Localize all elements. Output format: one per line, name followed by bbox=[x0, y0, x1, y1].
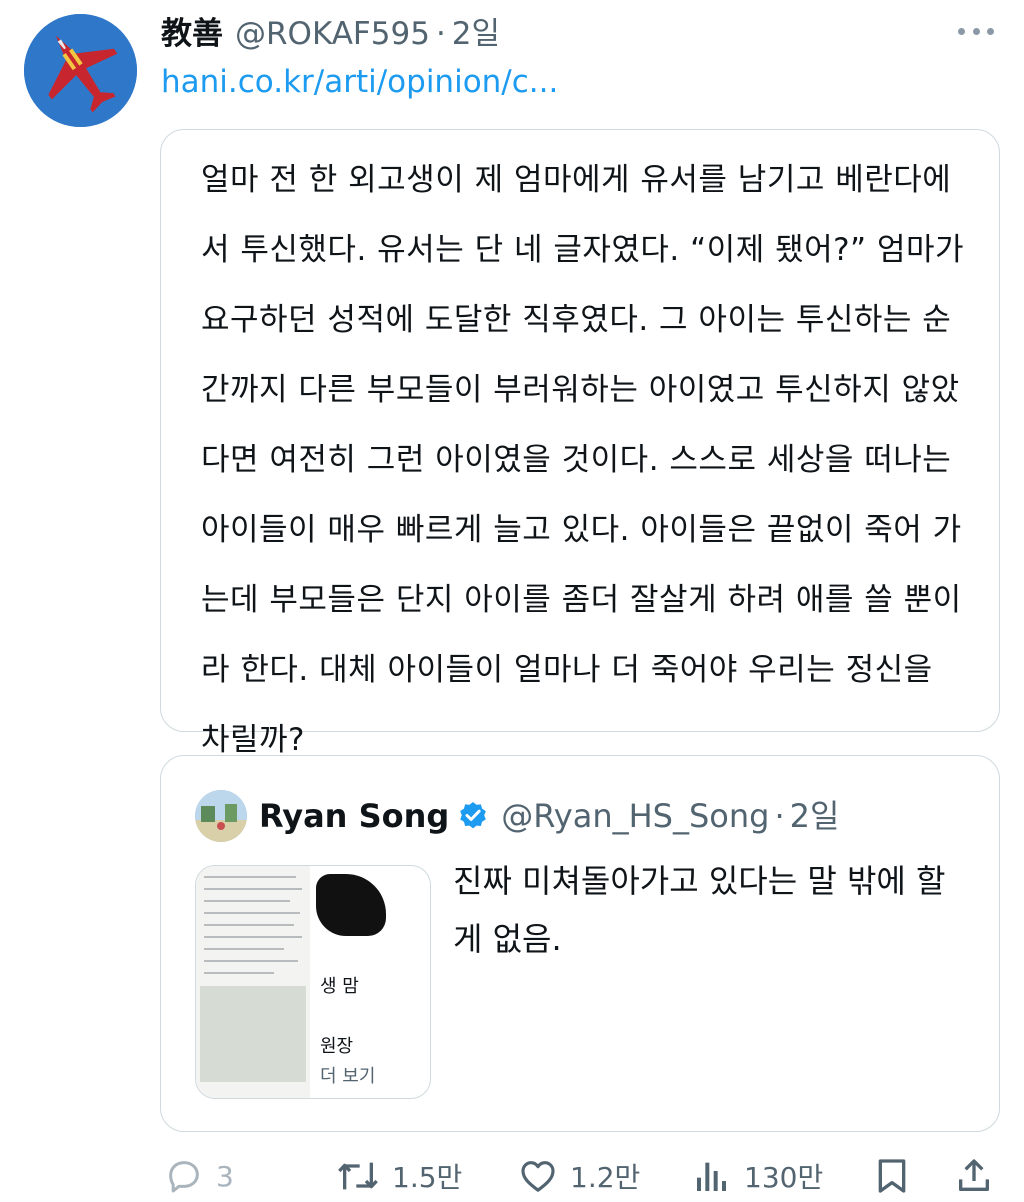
quoted-tweet-thumbnail[interactable]: 생 맘 원장 더 보기 bbox=[195, 865, 431, 1099]
share-button[interactable] bbox=[954, 1156, 994, 1196]
views-button[interactable]: 130만 bbox=[692, 1156, 823, 1196]
retweet-button[interactable]: 1.5만 bbox=[336, 1156, 462, 1196]
thumbnail-text-2: 원장 bbox=[320, 1036, 354, 1057]
quoted-tweet-card[interactable]: Ryan Song @Ryan_HS_Song · 2일 생 맘 원장 더 보기… bbox=[160, 755, 1000, 1132]
action-bar: 3 1.5만 1.2만 130만 bbox=[160, 1150, 1000, 1202]
article-link[interactable]: hani.co.kr/arti/opinion/c... bbox=[161, 60, 558, 104]
quoted-tweet-text: 진짜 미쳐돌아가고 있다는 말 밖에 할 게 없음. bbox=[453, 862, 946, 958]
quoted-tweet-timestamp[interactable]: 2일 bbox=[790, 792, 840, 840]
document-image bbox=[196, 866, 310, 1098]
retweet-count: 1.5만 bbox=[392, 1161, 463, 1194]
retweet-icon bbox=[338, 1162, 378, 1190]
reply-icon bbox=[169, 1161, 199, 1193]
views-count: 130만 bbox=[744, 1161, 824, 1194]
author-display-name[interactable]: 教善 bbox=[161, 12, 223, 56]
quote-text-card: 얼마 전 한 외고생이 제 엄마에게 유서를 남기고 베란다에서 투신했다. 유… bbox=[160, 129, 1000, 758]
author-handle[interactable]: @ROKAF595 bbox=[235, 12, 430, 56]
verified-badge-icon bbox=[460, 802, 487, 829]
beach-avatar-icon bbox=[195, 790, 247, 842]
views-icon bbox=[697, 1162, 726, 1191]
share-icon bbox=[959, 1159, 989, 1191]
like-button[interactable]: 1.2만 bbox=[518, 1156, 640, 1196]
bookmark-button[interactable] bbox=[872, 1156, 912, 1196]
author-avatar[interactable] bbox=[24, 14, 137, 127]
quoted-tweet-header: Ryan Song @Ryan_HS_Song · 2일 bbox=[259, 792, 839, 840]
redaction-mark bbox=[316, 874, 386, 936]
quoted-author-handle[interactable]: @Ryan_HS_Song bbox=[501, 792, 769, 840]
bookmark-icon bbox=[878, 1159, 906, 1193]
tweet-timestamp[interactable]: 2일 bbox=[452, 12, 500, 56]
heart-icon bbox=[521, 1161, 555, 1192]
header-separator: · bbox=[435, 16, 446, 52]
quoted-author-name[interactable]: Ryan Song bbox=[259, 792, 449, 840]
quoted-header-separator: · bbox=[774, 797, 785, 835]
fighter-jet-avatar-icon bbox=[24, 14, 137, 127]
quote-text: 얼마 전 한 외고생이 제 엄마에게 유서를 남기고 베란다에서 투신했다. 유… bbox=[201, 162, 965, 758]
reply-button[interactable]: 3 bbox=[164, 1156, 234, 1196]
tweet-header: 教善 @ROKAF595 · 2일 bbox=[161, 12, 500, 56]
like-count: 1.2만 bbox=[570, 1161, 641, 1194]
reply-count: 3 bbox=[216, 1159, 234, 1193]
more-options-icon[interactable] bbox=[958, 24, 994, 38]
quoted-author-avatar[interactable] bbox=[195, 790, 247, 842]
thumbnail-more-link[interactable]: 더 보기 bbox=[320, 1062, 375, 1088]
thumbnail-text-1: 생 맘 bbox=[320, 976, 359, 997]
